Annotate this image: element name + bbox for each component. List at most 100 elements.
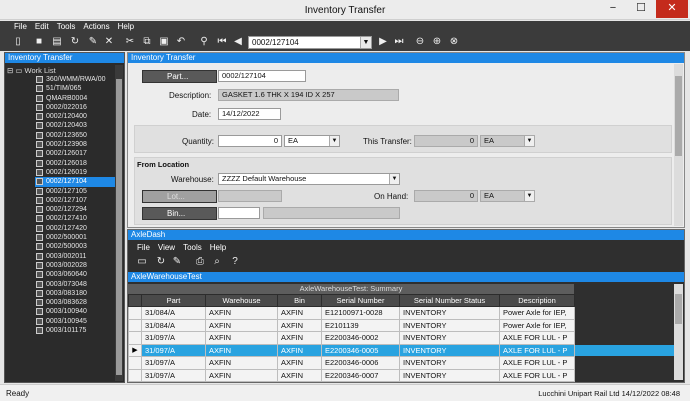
work-list-item[interactable]: 360/WMM/RWA/00: [35, 75, 117, 84]
home-icon[interactable]: ⊗: [448, 35, 460, 48]
table-cell[interactable]: AXFIN: [277, 343, 322, 357]
work-list-item[interactable]: 0002/127294: [35, 205, 117, 214]
tree-scrollbar-thumb[interactable]: [116, 79, 122, 375]
row-header[interactable]: [128, 318, 142, 332]
new-icon[interactable]: ▯: [12, 35, 24, 48]
table-cell[interactable]: AXFIN: [205, 331, 278, 345]
table-cell[interactable]: AXLE FOR LUL - P: [499, 331, 575, 345]
table-cell[interactable]: Power Axle for IEP,: [499, 318, 575, 332]
table-cell[interactable]: E2200346-0007: [321, 368, 400, 382]
print-preview-icon[interactable]: ⌕: [211, 255, 223, 268]
column-header[interactable]: Part: [141, 294, 206, 307]
table-row[interactable]: 31/097/A AXFIN AXFIN E2200346-0006 INVENTORY…: [128, 356, 684, 370]
menu-tools[interactable]: Tools: [53, 21, 80, 33]
table-cell[interactable]: 31/097/A: [141, 331, 206, 345]
work-list-item[interactable]: 0002/120400: [35, 112, 117, 121]
row-header[interactable]: [128, 356, 142, 370]
table-row[interactable]: 31/084/A AXFIN AXFIN E12100971-0028 INVENTOR…: [128, 306, 684, 320]
work-list-node[interactable]: ⊟ ▭ Work List: [7, 66, 56, 75]
undo-icon[interactable]: ↶: [175, 35, 187, 48]
table-cell[interactable]: AXLE FOR LUL - P: [499, 356, 575, 370]
table-cell[interactable]: E2200346-0005: [321, 343, 400, 357]
previous-record-icon[interactable]: ◀: [232, 35, 244, 48]
refresh-icon[interactable]: ↻: [69, 35, 81, 48]
table-cell[interactable]: E2200346-0006: [321, 356, 400, 370]
axledash-menu-file[interactable]: File: [133, 242, 154, 253]
axledash-menu-help[interactable]: Help: [206, 242, 230, 253]
work-list-item[interactable]: 0003/083180: [35, 289, 117, 298]
column-header[interactable]: Warehouse: [205, 294, 278, 307]
column-header[interactable]: Bin: [277, 294, 322, 307]
column-header[interactable]: Serial Number Status: [399, 294, 500, 307]
grid-scrollbar[interactable]: [674, 284, 683, 380]
work-list-item[interactable]: 0003/100940: [35, 307, 117, 316]
table-cell[interactable]: AXFIN: [277, 318, 322, 332]
chevron-down-icon[interactable]: ▼: [329, 136, 339, 146]
forward-icon[interactable]: ⊕: [431, 35, 443, 48]
table-cell[interactable]: 31/084/A: [141, 306, 206, 320]
menu-actions[interactable]: Actions: [79, 21, 113, 33]
quantity-field[interactable]: 0: [218, 135, 282, 147]
table-cell[interactable]: 31/084/A: [141, 318, 206, 332]
date-field[interactable]: 14/12/2022: [218, 108, 281, 120]
work-list-item[interactable]: 0002/126017: [35, 149, 117, 158]
table-row[interactable]: 31/097/A AXFIN AXFIN E2200346-0002 INVENTORY…: [128, 331, 684, 345]
work-list-item[interactable]: 0003/101175: [35, 326, 117, 335]
row-header[interactable]: [128, 368, 142, 382]
table-row[interactable]: ▶ 31/097/A AXFIN AXFIN E2200346-0005 INVENTOR…: [128, 343, 684, 357]
row-header[interactable]: ▶: [128, 343, 142, 357]
refresh-icon[interactable]: ↻: [155, 255, 167, 268]
delete-icon[interactable]: ✕: [103, 35, 115, 48]
table-cell[interactable]: 31/097/A: [141, 368, 206, 382]
paste-icon[interactable]: ▣: [158, 35, 170, 48]
part-navigation-combo[interactable]: 0002/127104 ▼: [248, 36, 372, 49]
table-cell[interactable]: 31/097/A: [141, 356, 206, 370]
copy-icon[interactable]: ⧉: [141, 35, 153, 48]
menu-edit[interactable]: Edit: [31, 21, 53, 33]
close-button[interactable]: ✕: [656, 0, 688, 18]
work-list-item[interactable]: 0002/127105: [35, 187, 117, 196]
tree-scrollbar[interactable]: [115, 65, 123, 381]
last-record-icon[interactable]: ⏭: [393, 35, 405, 48]
maximize-button[interactable]: ☐: [628, 0, 654, 18]
table-cell[interactable]: INVENTORY: [399, 368, 500, 382]
table-cell[interactable]: E2101139: [321, 318, 400, 332]
table-cell[interactable]: INVENTORY: [399, 318, 500, 332]
work-list-item[interactable]: 0003/002011: [35, 252, 117, 261]
column-header[interactable]: Serial Number: [321, 294, 400, 307]
grid-scrollbar-thumb[interactable]: [675, 294, 682, 324]
part-button[interactable]: Part...: [142, 70, 217, 83]
work-list-item[interactable]: 51/TIM/065: [35, 84, 117, 93]
table-cell[interactable]: INVENTORY: [399, 331, 500, 345]
column-header[interactable]: Description: [499, 294, 575, 307]
minimize-button[interactable]: −: [600, 0, 626, 18]
work-list-item[interactable]: 0002/127420: [35, 224, 117, 233]
bin-field[interactable]: [218, 207, 260, 219]
table-row[interactable]: 31/084/A AXFIN AXFIN E2101139 INVENTORY Power…: [128, 318, 684, 332]
table-cell[interactable]: AXFIN: [205, 343, 278, 357]
work-list-item[interactable]: 0002/022016: [35, 103, 117, 112]
table-cell[interactable]: AXLE FOR LUL - P: [499, 343, 575, 357]
table-cell[interactable]: AXFIN: [277, 356, 322, 370]
work-list-item[interactable]: 0002/127104: [35, 177, 117, 187]
work-list-item[interactable]: 0002/127107: [35, 196, 117, 205]
work-list-item[interactable]: 0002/500001: [35, 233, 117, 242]
table-cell[interactable]: AXFIN: [205, 318, 278, 332]
work-list-item[interactable]: 0002/123908: [35, 140, 117, 149]
table-row[interactable]: 31/097/A AXFIN AXFIN E2200346-0007 INVENTORY…: [128, 368, 684, 382]
save-icon[interactable]: ■: [33, 35, 45, 48]
table-cell[interactable]: INVENTORY: [399, 356, 500, 370]
work-list-item[interactable]: 0003/083628: [35, 298, 117, 307]
new-icon[interactable]: ▭: [136, 255, 148, 268]
work-list-item[interactable]: 0002/500003: [35, 242, 117, 251]
back-icon[interactable]: ⊖: [414, 35, 426, 48]
work-list-item[interactable]: 0002/120403: [35, 121, 117, 130]
table-cell[interactable]: AXFIN: [205, 306, 278, 320]
next-record-icon[interactable]: ▶: [377, 35, 389, 48]
table-cell[interactable]: AXFIN: [277, 368, 322, 382]
row-header[interactable]: [128, 306, 142, 320]
help-icon[interactable]: ?: [229, 255, 241, 268]
table-cell[interactable]: AXFIN: [205, 356, 278, 370]
table-cell[interactable]: AXLE FOR LUL - P: [499, 368, 575, 382]
work-list-item[interactable]: 0002/126018: [35, 159, 117, 168]
